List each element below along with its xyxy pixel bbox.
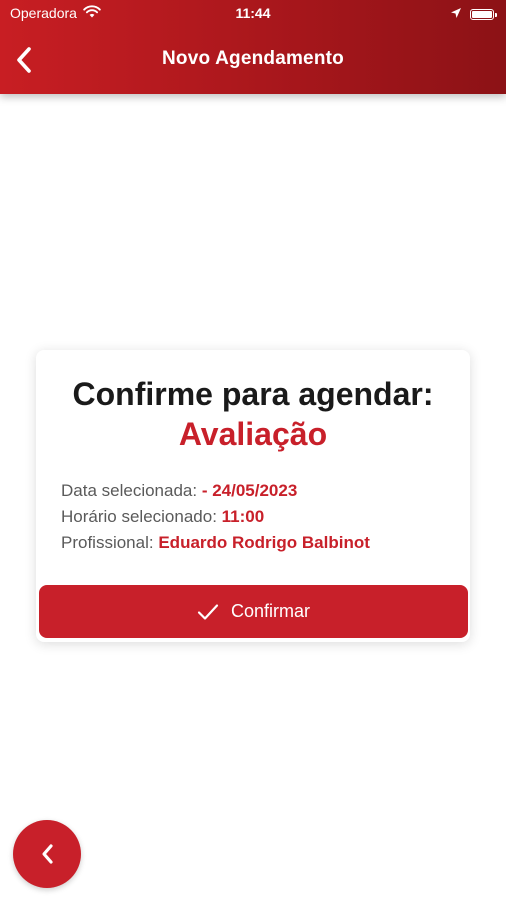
date-label: Data selecionada:	[61, 481, 198, 500]
status-right	[450, 6, 497, 22]
confirmation-card: Confirme para agendar: Avaliação Data se…	[36, 350, 470, 642]
time-row: Horário selecionado: 11:00	[61, 504, 370, 530]
page-title: Novo Agendamento	[162, 48, 344, 69]
professional-value: Eduardo Rodrigo Balbinot	[158, 533, 370, 552]
time-label: Horário selecionado:	[61, 507, 217, 526]
confirm-button[interactable]: Confirmar	[39, 585, 468, 638]
confirm-button-label: Confirmar	[230, 601, 310, 621]
date-row: Data selecionada: - 24/05/2023	[61, 478, 370, 504]
check-icon	[197, 603, 219, 620]
time-value: 11:00	[221, 507, 265, 526]
service-name: Avaliação	[178, 416, 328, 452]
confirm-heading: Confirme para agendar:	[72, 376, 434, 412]
chevron-left-icon	[42, 844, 53, 864]
status-bar: Operadora 11:44	[0, 0, 506, 28]
battery-icon	[470, 8, 497, 20]
professional-row: Profissional: Eduardo Rodrigo Balbinot	[61, 530, 370, 556]
floating-back-button[interactable]	[13, 820, 81, 888]
status-time: 11:44	[235, 5, 271, 21]
professional-label: Profissional:	[61, 533, 154, 552]
location-arrow-icon	[450, 6, 462, 22]
date-value: - 24/05/2023	[201, 481, 298, 500]
app-header: Operadora 11:44 Novo Agendamento	[0, 0, 506, 94]
appointment-details: Data selecionada: - 24/05/2023 Horário s…	[61, 478, 370, 556]
